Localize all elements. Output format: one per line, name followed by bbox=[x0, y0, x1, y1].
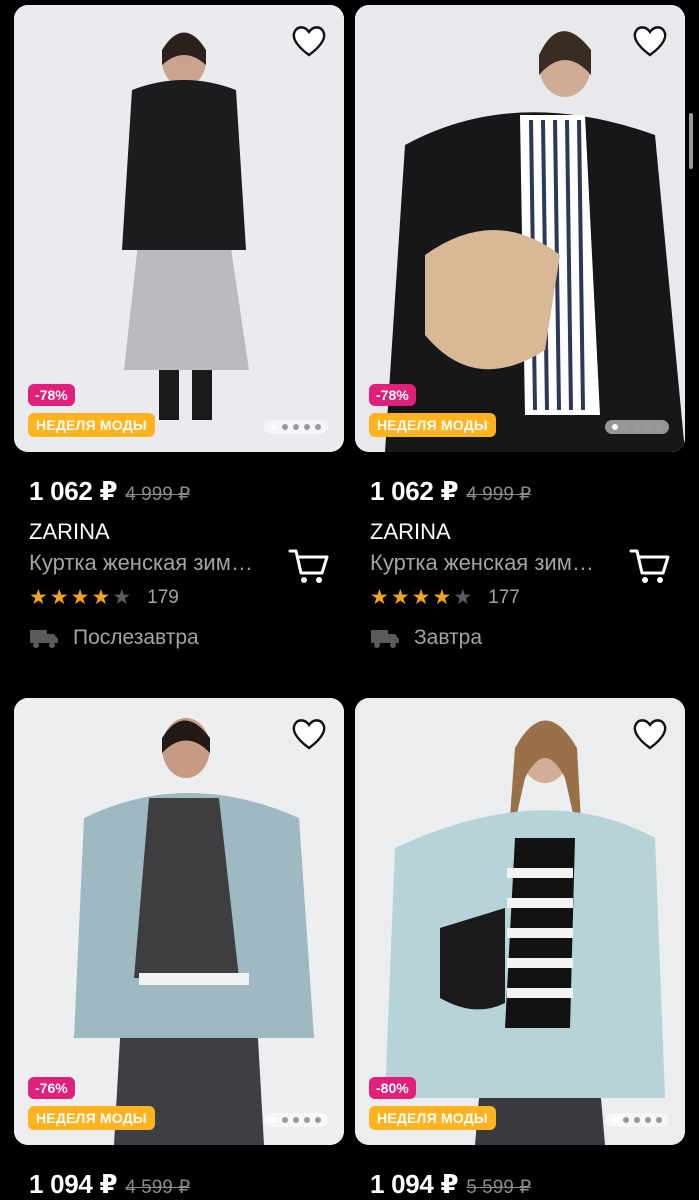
fashion-week-badge: НЕДЕЛЯ МОДЫ bbox=[28, 1106, 155, 1130]
star-filled-icon: ★ bbox=[432, 586, 452, 609]
brand-name[interactable]: ZARINA bbox=[29, 519, 344, 545]
product-info: 1 094 ₽ 4 599 ₽ bbox=[14, 1145, 344, 1200]
cart-icon[interactable] bbox=[288, 547, 330, 585]
product-photo[interactable]: -76% НЕДЕЛЯ МОДЫ bbox=[14, 698, 344, 1145]
delivery-date: Послезавтра bbox=[73, 626, 199, 649]
fashion-week-badge: НЕДЕЛЯ МОДЫ bbox=[369, 413, 496, 437]
badges: -78% НЕДЕЛЯ МОДЫ bbox=[28, 384, 155, 437]
fashion-week-badge: НЕДЕЛЯ МОДЫ bbox=[28, 413, 155, 437]
product-card[interactable]: -80% НЕДЕЛЯ МОДЫ 1 094 ₽ 5 599 ₽ bbox=[355, 698, 685, 1200]
delivery-info: Послезавтра bbox=[29, 626, 344, 650]
scrollbar[interactable] bbox=[689, 113, 693, 169]
badges: -78% НЕДЕЛЯ МОДЫ bbox=[369, 384, 496, 437]
star-filled-icon: ★ bbox=[29, 586, 48, 609]
product-photo[interactable]: -80% НЕДЕЛЯ МОДЫ bbox=[355, 698, 685, 1145]
discount-badge: -76% bbox=[28, 1077, 75, 1099]
heart-icon[interactable] bbox=[290, 23, 328, 59]
delivery-date: Завтра bbox=[414, 626, 483, 649]
delivery-info: Завтра bbox=[370, 626, 685, 650]
product-card[interactable]: -78% НЕДЕЛЯ МОДЫ 1 062 ₽ 4 999 ₽ ZARINA … bbox=[14, 5, 344, 650]
star-empty-icon: ★ bbox=[453, 586, 473, 609]
star-empty-icon: ★ bbox=[112, 586, 132, 609]
product-info: 1 062 ₽ 4 999 ₽ ZARINA Куртка женская зи… bbox=[355, 452, 685, 650]
star-filled-icon: ★ bbox=[390, 586, 410, 609]
review-count: 179 bbox=[147, 586, 179, 608]
product-photo[interactable]: -78% НЕДЕЛЯ МОДЫ bbox=[14, 5, 344, 452]
old-price: 4 999 ₽ bbox=[466, 484, 532, 505]
rating-stars: ★ ★ ★ ★ ★ bbox=[29, 585, 131, 610]
star-filled-icon: ★ bbox=[411, 586, 431, 609]
discount-badge: -78% bbox=[369, 384, 416, 406]
heart-icon[interactable] bbox=[631, 716, 669, 752]
cart-icon[interactable] bbox=[629, 547, 671, 585]
product-info: 1 062 ₽ 4 999 ₽ ZARINA Куртка женская зи… bbox=[14, 452, 344, 650]
product-card[interactable]: -78% НЕДЕЛЯ МОДЫ 1 062 ₽ 4 999 ₽ ZARINA … bbox=[355, 5, 685, 650]
product-info: 1 094 ₽ 5 599 ₽ bbox=[355, 1145, 685, 1200]
photo-pagination[interactable] bbox=[605, 420, 669, 434]
product-grid: -78% НЕДЕЛЯ МОДЫ 1 062 ₽ 4 999 ₽ ZARINA … bbox=[14, 5, 686, 1200]
truck-icon bbox=[371, 630, 399, 648]
price: 1 094 ₽ bbox=[29, 1169, 118, 1199]
review-count: 177 bbox=[488, 586, 520, 608]
price: 1 062 ₽ bbox=[370, 476, 459, 506]
price: 1 062 ₽ bbox=[29, 476, 118, 506]
old-price: 4 999 ₽ bbox=[125, 484, 191, 505]
old-price: 5 599 ₽ bbox=[466, 1177, 532, 1198]
rating: ★ ★ ★ ★ ★ 179 bbox=[29, 585, 344, 610]
photo-pagination[interactable] bbox=[264, 420, 328, 434]
star-filled-icon: ★ bbox=[370, 586, 389, 609]
heart-icon[interactable] bbox=[631, 23, 669, 59]
star-filled-icon: ★ bbox=[91, 586, 111, 609]
product-photo[interactable]: -78% НЕДЕЛЯ МОДЫ bbox=[355, 5, 685, 452]
product-card[interactable]: -76% НЕДЕЛЯ МОДЫ 1 094 ₽ 4 599 ₽ bbox=[14, 698, 344, 1200]
badges: -80% НЕДЕЛЯ МОДЫ bbox=[369, 1077, 496, 1130]
rating: ★ ★ ★ ★ ★ 177 bbox=[370, 585, 685, 610]
truck-icon bbox=[30, 630, 58, 648]
brand-name[interactable]: ZARINA bbox=[370, 519, 685, 545]
badges: -76% НЕДЕЛЯ МОДЫ bbox=[28, 1077, 155, 1130]
photo-pagination[interactable] bbox=[264, 1113, 328, 1127]
star-filled-icon: ★ bbox=[70, 586, 90, 609]
price: 1 094 ₽ bbox=[370, 1169, 459, 1199]
discount-badge: -78% bbox=[28, 384, 75, 406]
old-price: 4 599 ₽ bbox=[125, 1177, 191, 1198]
heart-icon[interactable] bbox=[290, 716, 328, 752]
fashion-week-badge: НЕДЕЛЯ МОДЫ bbox=[369, 1106, 496, 1130]
discount-badge: -80% bbox=[369, 1077, 416, 1099]
rating-stars: ★ ★ ★ ★ ★ bbox=[370, 585, 472, 610]
photo-pagination[interactable] bbox=[605, 1113, 669, 1127]
star-filled-icon: ★ bbox=[49, 586, 69, 609]
